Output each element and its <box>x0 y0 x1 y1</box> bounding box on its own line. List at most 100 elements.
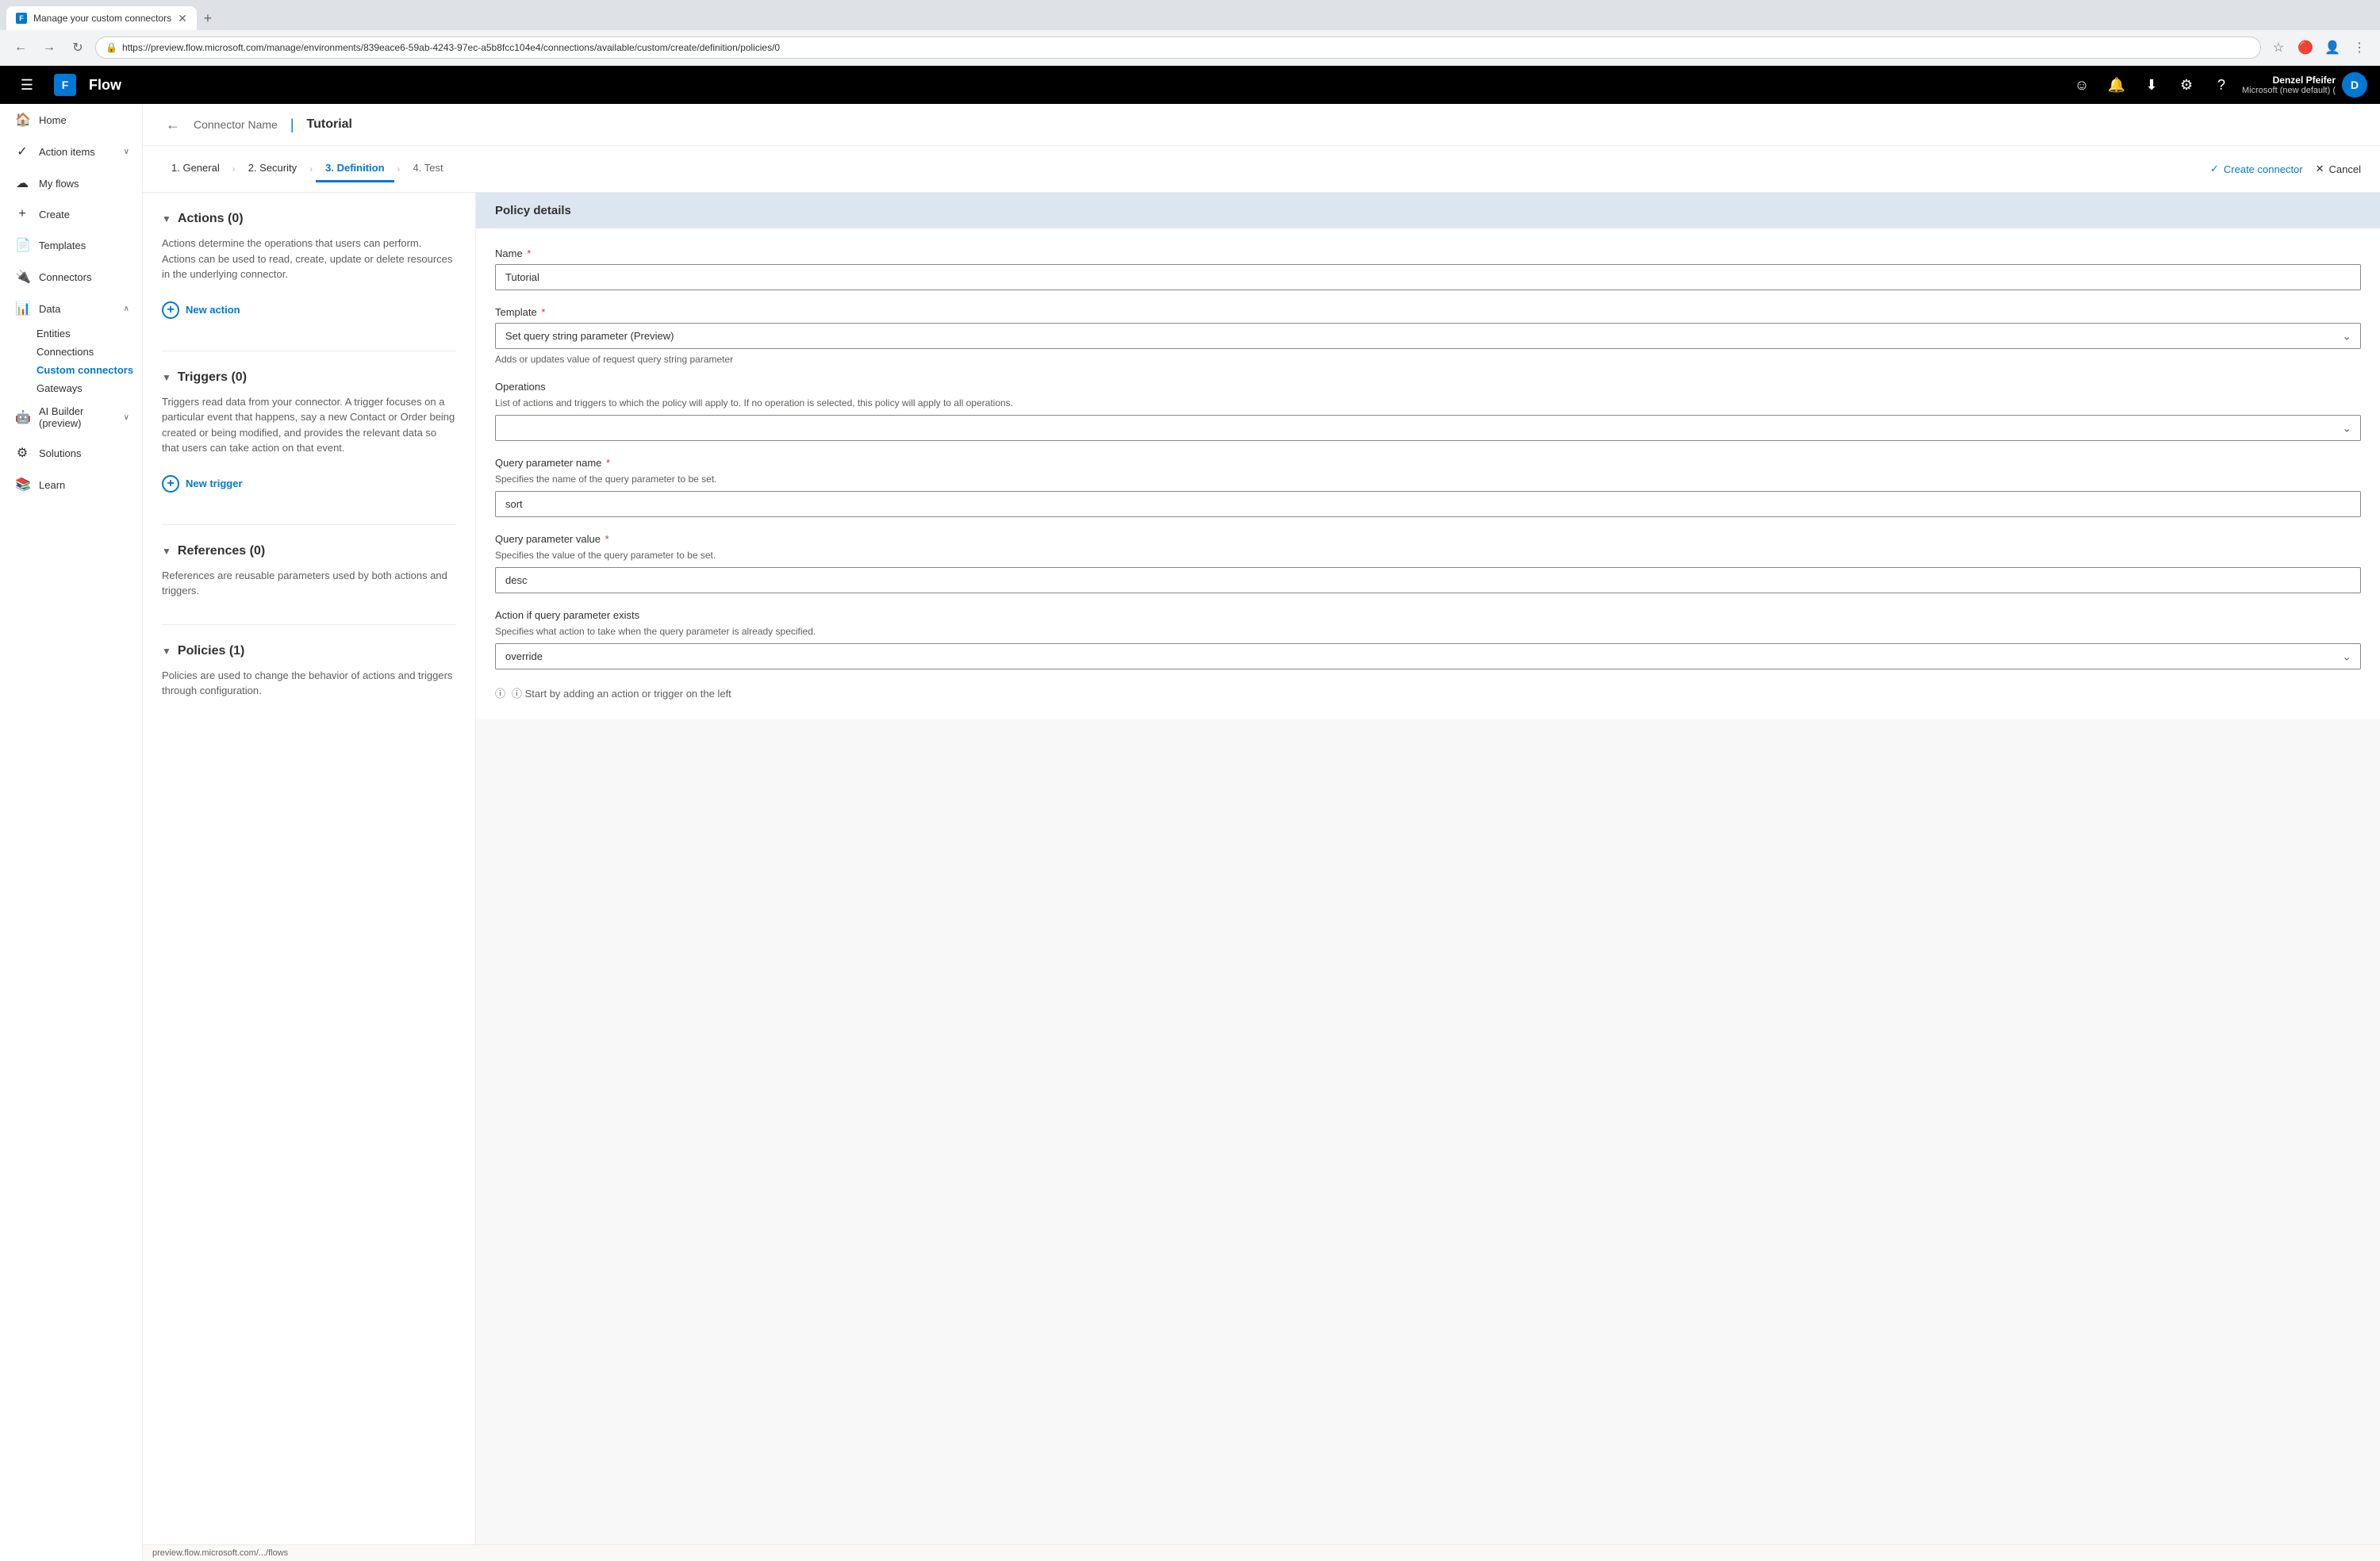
new-action-plus-icon: + <box>162 301 179 319</box>
sidebar-item-connectors[interactable]: 🔌 Connectors <box>0 261 142 293</box>
create-icon: + <box>15 207 29 221</box>
name-input[interactable] <box>495 264 2361 290</box>
query-param-value-input[interactable] <box>495 567 2361 593</box>
action-if-exists-select[interactable]: override <box>495 643 2361 669</box>
query-param-name-field-group: Query parameter name * Specifies the nam… <box>495 457 2361 517</box>
sidebar-item-ai-builder[interactable]: 🤖 AI Builder (preview) ∨ <box>0 397 142 437</box>
x-icon: ✕ <box>2316 163 2324 175</box>
ai-builder-icon: 🤖 <box>15 409 29 425</box>
policies-collapse-button[interactable]: ▼ <box>162 646 171 657</box>
menu-button[interactable]: ⋮ <box>2348 36 2370 59</box>
query-param-name-input[interactable] <box>495 491 2361 517</box>
url-box[interactable]: 🔒 https://preview.flow.microsoft.com/man… <box>95 36 2261 59</box>
user-avatar[interactable]: D <box>2342 72 2367 98</box>
template-description: Adds or updates value of request query s… <box>495 354 2361 365</box>
sidebar-item-gateways[interactable]: Gateways <box>0 379 142 397</box>
operations-field-label: Operations <box>495 381 2361 393</box>
browser-tab[interactable]: F Manage your custom connectors ✕ <box>6 6 197 30</box>
wizard-step-security[interactable]: 2. Security <box>239 155 306 182</box>
sidebar-label-connectors: Connectors <box>39 271 129 283</box>
back-nav-button[interactable]: ← <box>162 113 184 136</box>
policy-body: Name * Template * Set query string <box>476 228 2380 719</box>
operations-select-wrapper <box>495 415 2361 441</box>
new-tab-button[interactable]: + <box>197 7 219 29</box>
breadcrumb-current: Tutorial <box>307 117 352 132</box>
wizard-nav: 1. General › 2. Security › 3. Definition… <box>143 146 2380 193</box>
forward-button[interactable]: → <box>38 36 60 59</box>
profile-button[interactable]: 👤 <box>2321 36 2344 59</box>
sidebar-item-home[interactable]: 🏠 Home <box>0 104 142 136</box>
sidebar-label-entities: Entities <box>36 328 71 339</box>
wizard-step-definition-label: 3. Definition <box>325 162 384 174</box>
data-chevron-icon: ∧ <box>124 305 129 313</box>
policies-section-title: Policies (1) <box>178 644 244 658</box>
references-collapse-button[interactable]: ▼ <box>162 546 171 557</box>
notification-button[interactable]: 🔔 <box>2102 71 2131 99</box>
cancel-label: Cancel <box>2329 163 2361 175</box>
policy-header: Policy details <box>476 193 2380 228</box>
template-select[interactable]: Set query string parameter (Preview) <box>495 323 2361 349</box>
query-param-value-field-group: Query parameter value * Specifies the va… <box>495 533 2361 593</box>
sidebar-label-data: Data <box>39 303 114 315</box>
sidebar-item-learn[interactable]: 📚 Learn <box>0 469 142 501</box>
tab-title: Manage your custom connectors <box>33 13 171 24</box>
content-area: ▼ Actions (0) Actions determine the oper… <box>143 193 2380 1544</box>
references-section-header: ▼ References (0) <box>162 544 456 558</box>
query-param-value-desc: Specifies the value of the query paramet… <box>495 550 2361 561</box>
refresh-button[interactable]: ↻ <box>67 36 89 59</box>
download-button[interactable]: ⬇ <box>2137 71 2166 99</box>
app-title: Flow <box>89 77 121 94</box>
create-connector-button[interactable]: ✓ Create connector <box>2210 163 2303 175</box>
sidebar-label-gateways: Gateways <box>36 382 83 394</box>
sidebar-item-entities[interactable]: Entities <box>0 324 142 343</box>
my-flows-icon: ☁ <box>15 175 29 191</box>
sidebar-label-templates: Templates <box>39 240 129 251</box>
tab-close-button[interactable]: ✕ <box>178 12 187 25</box>
browser-chrome: F Manage your custom connectors ✕ + ← → … <box>0 0 2380 66</box>
sidebar-item-action-items[interactable]: ✓ Action items ∨ <box>0 136 142 167</box>
cancel-button[interactable]: ✕ Cancel <box>2316 163 2361 175</box>
emoji-button[interactable]: ☺ <box>2067 71 2096 99</box>
query-param-value-required: * <box>605 533 609 545</box>
settings-button[interactable]: ⚙ <box>2172 71 2201 99</box>
extension-button[interactable]: 🔴 <box>2294 36 2317 59</box>
sidebar-item-connections[interactable]: Connections <box>0 343 142 361</box>
wizard-step-definition[interactable]: 3. Definition <box>316 155 393 182</box>
sidebar-item-create[interactable]: + Create <box>0 199 142 229</box>
operations-select[interactable] <box>495 415 2361 441</box>
sidebar-label-create: Create <box>39 209 129 221</box>
home-icon: 🏠 <box>15 112 29 128</box>
sidebar-label-ai-builder: AI Builder (preview) <box>39 405 114 429</box>
hamburger-button[interactable]: ☰ <box>13 71 41 99</box>
name-required-indicator: * <box>527 247 531 259</box>
sidebar-item-solutions[interactable]: ⚙ Solutions <box>0 437 142 469</box>
hint-text: ⓘ Start by adding an action or trigger o… <box>512 685 731 700</box>
wizard-step-general[interactable]: 1. General <box>162 155 229 182</box>
new-trigger-plus-icon: + <box>162 475 179 493</box>
references-section-title: References (0) <box>178 544 265 558</box>
triggers-section-title: Triggers (0) <box>178 370 247 385</box>
left-panel: ▼ Actions (0) Actions determine the oper… <box>143 193 476 1544</box>
sidebar: 🏠 Home ✓ Action items ∨ ☁ My flows + Cre… <box>0 104 143 1561</box>
breadcrumb-separator: | <box>290 117 294 133</box>
back-button[interactable]: ← <box>10 36 32 59</box>
step-chevron-2: › <box>309 163 313 175</box>
sidebar-item-my-flows[interactable]: ☁ My flows <box>0 167 142 199</box>
sidebar-label-connections: Connections <box>36 346 94 358</box>
action-if-exists-select-wrapper: override <box>495 643 2361 669</box>
action-if-exists-field-group: Action if query parameter exists Specifi… <box>495 609 2361 669</box>
actions-collapse-button[interactable]: ▼ <box>162 213 171 224</box>
tab-favicon: F <box>16 13 27 24</box>
page-header: ← Connector Name | Tutorial <box>143 104 2380 146</box>
help-button[interactable]: ? <box>2207 71 2236 99</box>
sidebar-item-templates[interactable]: 📄 Templates <box>0 229 142 261</box>
new-action-button[interactable]: + New action <box>162 295 240 325</box>
sidebar-item-data[interactable]: 📊 Data ∧ <box>0 293 142 324</box>
check-icon: ✓ <box>2210 163 2219 175</box>
new-trigger-button[interactable]: + New trigger <box>162 469 243 499</box>
name-field-label: Name * <box>495 247 2361 259</box>
triggers-collapse-button[interactable]: ▼ <box>162 372 171 383</box>
sidebar-item-custom-connectors[interactable]: Custom connectors <box>0 361 142 379</box>
wizard-step-test[interactable]: 4. Test <box>404 155 453 182</box>
favorites-button[interactable]: ☆ <box>2267 36 2290 59</box>
